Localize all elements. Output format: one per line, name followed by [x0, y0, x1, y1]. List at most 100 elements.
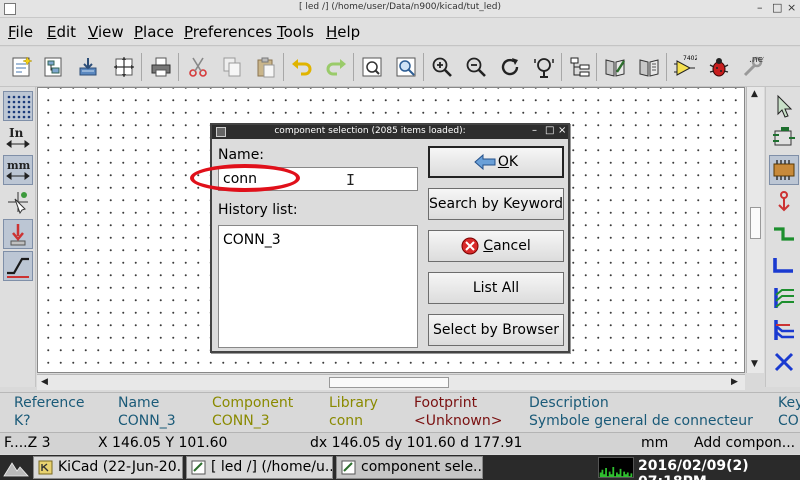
- netlist-badge: 7402: [683, 55, 697, 62]
- units-mm-button[interactable]: mm: [3, 155, 33, 185]
- red-highlight-ellipse: [190, 164, 300, 192]
- scroll-left-icon[interactable]: ◀: [41, 377, 48, 387]
- toolbar-separator: [666, 53, 667, 81]
- menu-tools[interactable]: Tools: [277, 23, 314, 41]
- left-toolbar: In mm: [0, 87, 36, 387]
- menu-view[interactable]: View: [88, 23, 124, 41]
- zoom-fit-icon[interactable]: [530, 53, 558, 81]
- history-item[interactable]: CONN_3: [223, 232, 281, 248]
- undo-icon[interactable]: [288, 53, 316, 81]
- taskbar-component-selection[interactable]: component sele...: [336, 456, 483, 479]
- pcbnew-label: .net: [749, 55, 764, 65]
- highlight-net-icon[interactable]: [769, 123, 799, 153]
- zoom-in-icon[interactable]: [428, 53, 456, 81]
- cancel-button[interactable]: Cancel: [428, 230, 564, 262]
- hierarchy-icon[interactable]: [40, 53, 68, 81]
- place-bus-icon[interactable]: [769, 251, 799, 281]
- copy-icon[interactable]: [218, 53, 246, 81]
- vertical-scrollbar[interactable]: ▲ ▼: [746, 87, 764, 373]
- netlist-icon[interactable]: 7402: [671, 53, 699, 81]
- save-icon[interactable]: [74, 53, 102, 81]
- info-description-header: Description: [529, 395, 609, 411]
- right-toolbar: [765, 87, 800, 387]
- grid-toggle-icon[interactable]: [3, 91, 33, 121]
- start-menu-icon[interactable]: [2, 457, 30, 478]
- menu-edit[interactable]: Edit: [47, 23, 76, 41]
- cut-icon[interactable]: [184, 53, 212, 81]
- taskbar-kicad[interactable]: KiCad (22-Jun-20...: [33, 456, 183, 479]
- kicad-eeschema-window: [ led /] (/home/user/Data/n900/kicad/tut…: [0, 0, 800, 480]
- history-list[interactable]: CONN_3: [218, 225, 418, 348]
- component-selection-dialog: component selection (2085 items loaded):…: [210, 123, 570, 353]
- eeschema-app-icon: [191, 460, 206, 475]
- dialog-title: component selection (2085 items loaded):: [274, 126, 466, 136]
- redo-icon[interactable]: [322, 53, 350, 81]
- maximize-button[interactable]: □: [772, 1, 782, 14]
- page-settings-icon[interactable]: [110, 53, 138, 81]
- cursor-shape-icon[interactable]: [3, 187, 33, 217]
- vertical-scroll-thumb[interactable]: [750, 207, 761, 239]
- find-replace-icon[interactable]: [392, 53, 420, 81]
- info-component-value: CONN_3: [212, 413, 270, 429]
- select-arrow-icon[interactable]: [769, 91, 799, 121]
- info-library-value: conn: [329, 413, 364, 429]
- list-all-button[interactable]: List All: [428, 272, 564, 304]
- toolbar-separator: [353, 53, 354, 81]
- info-name-value: CONN_3: [118, 413, 176, 429]
- horizontal-scroll-thumb[interactable]: [329, 377, 449, 388]
- menu-help[interactable]: Help: [326, 23, 360, 41]
- place-wire-icon[interactable]: [769, 219, 799, 249]
- status-units: mm: [641, 435, 669, 451]
- minimize-button[interactable]: –: [757, 1, 763, 14]
- no-connect-icon[interactable]: [769, 347, 799, 377]
- hidden-pins-icon[interactable]: [3, 219, 33, 249]
- navigator-icon[interactable]: [566, 53, 594, 81]
- erc-icon[interactable]: [705, 53, 733, 81]
- select-by-browser-button[interactable]: Select by Browser: [428, 314, 564, 346]
- info-reference-header: Reference: [14, 395, 85, 411]
- bus-wire-entry-icon[interactable]: [769, 283, 799, 313]
- horizontal-scrollbar[interactable]: ◀ ▶: [37, 374, 745, 390]
- search-by-keyword-button[interactable]: Search by Keyword: [428, 188, 564, 220]
- bus-bus-entry-icon[interactable]: [769, 315, 799, 345]
- zoom-out-icon[interactable]: [462, 53, 490, 81]
- toolbar-separator: [423, 53, 424, 81]
- bus-wire-angle-icon[interactable]: [3, 251, 33, 281]
- close-button[interactable]: ×: [787, 1, 796, 14]
- cancel-icon: [461, 237, 479, 255]
- toolbar-separator: [141, 53, 142, 81]
- scroll-right-icon[interactable]: ▶: [731, 377, 738, 387]
- place-component-icon[interactable]: [769, 155, 799, 185]
- ok-button[interactable]: OK: [428, 146, 564, 178]
- clock: 2016/02/09(2) 07:18PM: [638, 458, 749, 480]
- info-footprint: Footprint <Unknown>: [414, 395, 502, 431]
- info-footprint-value: <Unknown>: [414, 413, 503, 429]
- info-name-header: Name: [118, 395, 160, 411]
- text-cursor-icon: I: [346, 171, 356, 189]
- paste-icon[interactable]: [252, 53, 280, 81]
- library-browser-icon[interactable]: [635, 53, 663, 81]
- scroll-up-icon[interactable]: ▲: [751, 89, 758, 99]
- redraw-icon[interactable]: [496, 53, 524, 81]
- units-inch-button[interactable]: In: [3, 123, 33, 153]
- menu-preferences[interactable]: Preferences: [184, 23, 272, 41]
- scroll-down-icon[interactable]: ▼: [751, 359, 758, 369]
- info-name: Name CONN_3: [118, 395, 176, 431]
- place-power-icon[interactable]: [769, 187, 799, 217]
- library-editor-icon[interactable]: [601, 53, 629, 81]
- info-keywords-header: Key: [778, 395, 800, 411]
- info-component-header: Component: [212, 395, 294, 411]
- dialog-close-button[interactable]: ×: [558, 125, 566, 136]
- find-icon[interactable]: [358, 53, 386, 81]
- taskbar: KiCad (22-Jun-20... [ led /] (/home/u...…: [0, 455, 800, 480]
- menu-place[interactable]: Place: [134, 23, 174, 41]
- new-sheet-icon[interactable]: [8, 53, 36, 81]
- menu-file[interactable]: File: [8, 23, 33, 41]
- info-keywords-value: CO: [778, 413, 799, 429]
- dialog-maximize-button[interactable]: □: [545, 125, 554, 136]
- dialog-minimize-button[interactable]: –: [532, 125, 537, 136]
- taskbar-eeschema[interactable]: [ led /] (/home/u...: [186, 456, 333, 479]
- info-keywords: Key CO: [778, 395, 800, 431]
- print-icon[interactable]: [147, 53, 175, 81]
- cvpcb-icon[interactable]: .net: [738, 53, 766, 81]
